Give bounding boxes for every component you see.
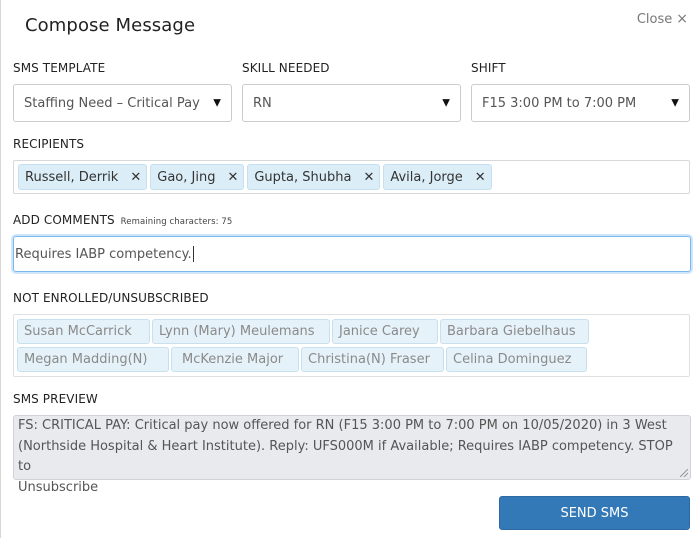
close-button[interactable]: Close × [637,11,688,27]
recipients-input[interactable]: Russell, Derrik ✕ Gao, Jing ✕ Gupta, Shu… [13,160,690,194]
sms-preview-textarea[interactable]: FS: CRITICAL PAY: Critical pay now offer… [13,415,691,495]
recipient-chip: Avila, Jorge ✕ [383,164,492,190]
remove-icon[interactable]: ✕ [363,170,374,185]
sms-template-value: Staffing Need – Critical Pay [24,95,200,111]
not-enrolled-chip: Christina(N) Fraser [301,347,444,372]
recipient-chip: Gao, Jing ✕ [150,164,245,190]
recipient-chip: Gupta, Shubha ✕ [247,164,381,190]
sms-preview-label: SMS PREVIEW [13,392,98,406]
not-enrolled-row: Megan Madding(N) McKenzie Major Christin… [17,347,686,372]
recipient-chip: Russell, Derrik ✕ [18,164,148,190]
add-comments-title: ADD COMMENTS [13,213,115,227]
text-caret [192,246,194,262]
recipients-label: RECIPIENTS [13,137,85,151]
remove-icon[interactable]: ✕ [227,170,238,185]
close-label: Close [636,11,673,27]
shift-value: F15 3:00 PM to 7:00 PM [482,95,637,111]
send-sms-button[interactable]: SEND SMS [499,496,690,530]
not-enrolled-chip: Susan McCarrick [17,319,150,344]
not-enrolled-chip: Janice Carey [332,319,438,344]
chevron-down-icon: ▼ [442,97,450,109]
not-enrolled-label: NOT ENROLLED/UNSUBSCRIBED [13,291,209,305]
not-enrolled-chip: Lynn (Mary) Meulemans [152,319,330,344]
skill-needed-select[interactable]: RN ▼ [242,84,461,122]
preview-line: (Northside Hospital & Heart Institute). … [18,438,673,475]
chevron-down-icon: ▼ [671,97,679,109]
dialog-title: Compose Message [25,15,196,36]
not-enrolled-chip: Megan Madding(N) [17,347,169,372]
remaining-characters: Remaining characters: 75 [120,217,233,227]
shift-label: SHIFT [471,61,506,75]
close-icon: × [676,11,688,27]
not-enrolled-chip: Barbara Giebelhaus [440,319,589,344]
preview-line: FS: CRITICAL PAY: Critical pay now offer… [18,418,667,433]
recipient-name: Gao, Jing [157,169,216,185]
skill-needed-value: RN [253,95,272,111]
remove-icon[interactable]: ✕ [130,170,141,185]
not-enrolled-chip: Celina Dominguez [446,347,587,372]
compose-message-dialog: Compose Message Close × SMS TEMPLATE SKI… [0,0,698,538]
sms-template-select[interactable]: Staffing Need – Critical Pay ▼ [13,84,232,122]
not-enrolled-row: Susan McCarrick Lynn (Mary) Meulemans Ja… [17,319,686,344]
sms-template-label: SMS TEMPLATE [13,61,106,75]
preview-line: Unsubscribe [18,479,99,495]
remove-icon[interactable]: ✕ [475,170,486,185]
not-enrolled-list: Susan McCarrick Lynn (Mary) Meulemans Ja… [13,314,690,377]
comments-input[interactable]: Requires IABP competency. [13,236,691,272]
recipient-name: Avila, Jorge [390,169,463,185]
chevron-down-icon: ▼ [213,97,221,109]
not-enrolled-chip: McKenzie Major [171,347,299,372]
add-comments-label: ADD COMMENTS Remaining characters: 75 [13,213,232,227]
resize-handle-icon[interactable] [680,469,688,477]
skill-needed-label: SKILL NEEDED [242,61,330,75]
comments-value: Requires IABP competency. [15,246,192,262]
shift-select[interactable]: F15 3:00 PM to 7:00 PM ▼ [471,84,690,122]
recipient-name: Russell, Derrik [25,169,119,185]
recipient-name: Gupta, Shubha [254,169,352,185]
